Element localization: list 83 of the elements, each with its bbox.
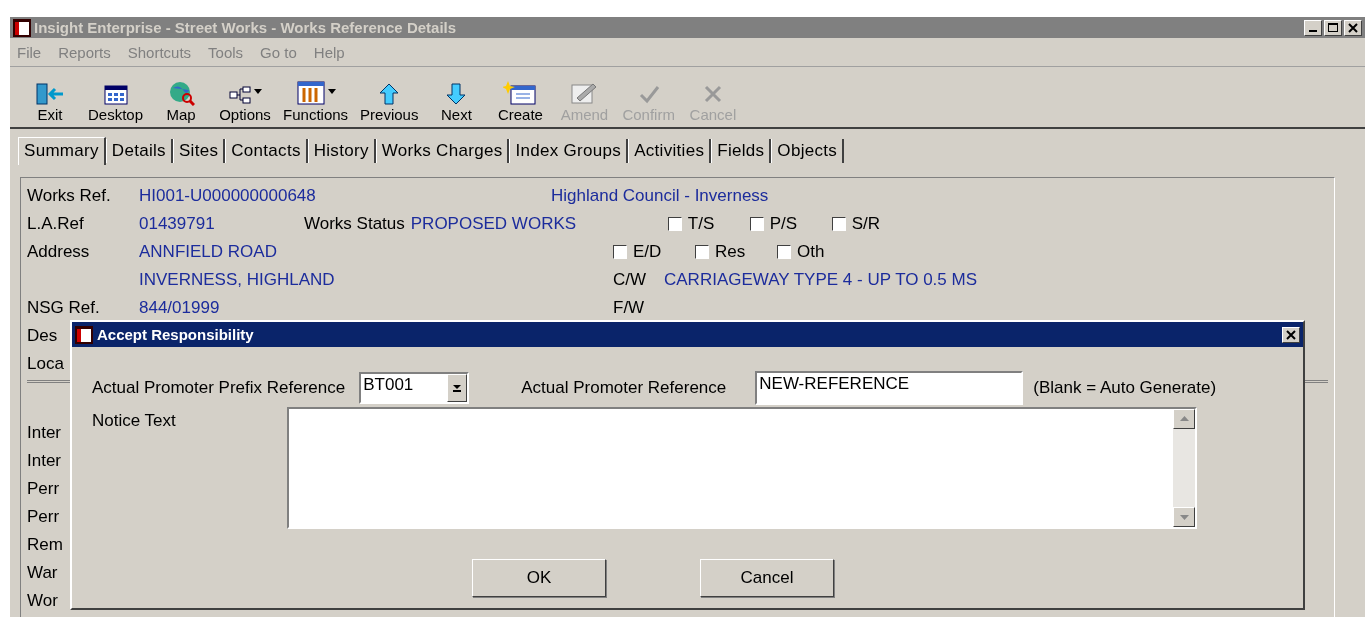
dialog-button[interactable]: Cancel [700,559,834,597]
field-value: 844/01999 [139,298,221,318]
tab[interactable]: History [307,139,376,163]
app-icon [13,18,31,37]
checkbox-label: E/D [633,242,662,262]
checkbox-label: S/R [851,214,881,234]
field-label: NSG Ref. [27,298,100,318]
field-label: Perr [27,479,60,499]
field-value: INVERNESS, HIGHLAND [139,270,336,290]
new-window-icon [503,80,538,106]
checkbox[interactable] [831,217,846,231]
field-label: Perr [27,507,60,527]
field-label: Wor [27,591,58,611]
toolbar-button[interactable]: Map [149,78,214,123]
field-label: Works Status [304,214,405,234]
maximize-button[interactable] [1324,19,1342,36]
dialog-title: Accept Responsibility [97,326,255,343]
field-value: Highland Council - Inverness [551,186,769,206]
toolbar-button[interactable]: Exit [18,78,82,123]
field-label: L.A.Ref [27,214,84,234]
checkbox[interactable] [749,217,764,231]
field-label: Address [27,242,90,262]
app-icon [75,325,93,344]
toolbar-button[interactable]: Functions [277,78,355,123]
toolbar-button[interactable]: Options [213,78,278,123]
field-label: F/W [613,298,646,318]
field-value: HI001-U000000000648 [139,186,317,206]
window-title: Insight Enterprise - Street Works - Works Reference Details [34,19,458,36]
field-label: Des [27,326,58,346]
prefix-dropdown[interactable]: BT001 [359,372,470,404]
maximize-icon [1328,22,1338,33]
checkbox[interactable] [777,245,791,259]
tab[interactable]: Sites [172,139,226,163]
field-label: Works Ref. [27,186,111,206]
checkbox[interactable] [667,217,682,231]
minimize-button[interactable] [1304,19,1322,36]
field-label: War [27,563,58,583]
close-button[interactable] [1282,326,1300,343]
close-icon [1348,22,1358,33]
tab[interactable]: Index Groups [509,139,629,163]
dialog-button[interactable]: OK [472,559,606,597]
checkbox[interactable] [695,245,709,259]
globe-magnifier-icon [167,80,196,106]
toolbar-button[interactable]: Next [424,78,489,123]
tab[interactable]: Summary [18,137,106,165]
field-label: Inter [27,423,62,443]
door-arrow-icon [35,82,65,106]
field-label: Notice Text [92,411,177,432]
field-label: Actual Promoter Prefix Reference [92,378,346,398]
toolbar-button[interactable]: Create [488,78,553,123]
checkbox-label: T/S [687,214,715,234]
checkbox-label: P/S [769,214,798,234]
field-value: PROPOSED WORKS [410,214,578,234]
tab[interactable]: Fields [711,139,772,163]
input-field[interactable]: NEW-REFERENCE [755,371,1024,405]
field-label: Rem [27,535,63,555]
tab[interactable]: Contacts [225,139,308,163]
scroll-bar[interactable] [1173,409,1195,527]
checkbox-label: Oth [797,242,825,262]
tab[interactable]: Objects [771,139,845,163]
field-label: Actual Promoter Reference [521,378,727,398]
tab[interactable]: Works Charges [375,139,510,163]
close-button[interactable] [1344,19,1362,36]
field-value: 01439791 [139,214,216,234]
field-label: C/W [613,270,648,290]
close-icon [1286,329,1296,340]
field-value: ANNFIELD ROAD [139,242,278,262]
minimize-icon [1309,30,1317,32]
tree-diagram-icon [228,84,253,106]
toolbar-button[interactable]: Desktop [82,78,150,123]
tab[interactable]: Details [105,139,173,163]
scroll-up-icon [1179,416,1189,422]
calendar-window-icon [102,84,129,106]
checkbox-label: Res [715,242,746,262]
scroll-down-icon [1179,514,1189,520]
field-label: Inter [27,451,62,471]
tab[interactable]: Activities [628,139,712,163]
toolbar-button[interactable]: Previous [354,78,425,123]
field-value: CARRIAGEWAY TYPE 4 - UP TO 0.5 MS [664,270,978,290]
checkbox[interactable] [613,245,627,259]
field-label: Loca [27,354,64,374]
hint-text: (Blank = Auto Generate) [1033,378,1217,398]
tools-window-icon [295,80,326,106]
